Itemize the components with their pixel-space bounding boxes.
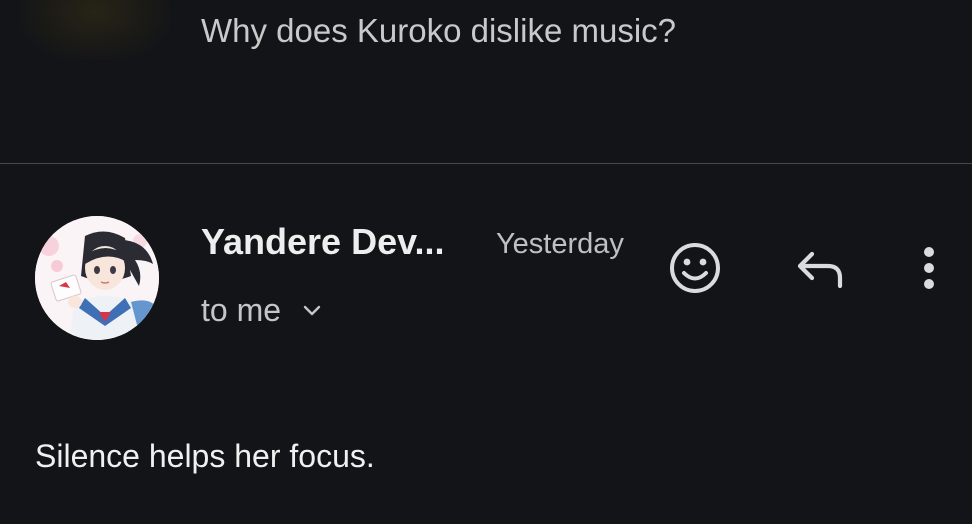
recipient-label: to me [201, 291, 282, 328]
previous-sender-avatar [20, 0, 170, 60]
sender-name: Yandere Dev... [201, 221, 445, 262]
more-vertical-icon [924, 247, 934, 289]
recipient-details-toggle[interactable]: to me [201, 290, 321, 330]
more-options-button[interactable] [901, 240, 957, 296]
message-timestamp: Yesterday [496, 228, 624, 260]
previous-message[interactable]: Why does Kuroko dislike music? [0, 0, 972, 164]
reply-button[interactable] [792, 240, 848, 296]
previous-message-snippet: Why does Kuroko dislike music? [201, 12, 677, 49]
message-divider [0, 163, 972, 164]
add-reaction-button[interactable] [667, 240, 723, 296]
chevron-down-icon [303, 304, 321, 316]
reply-arrow-icon [797, 251, 843, 289]
smiley-face-icon [670, 243, 720, 293]
sender-avatar[interactable] [35, 216, 159, 340]
anime-girl-avatar-image [35, 216, 159, 340]
message-body: Silence helps her focus. [35, 438, 375, 474]
